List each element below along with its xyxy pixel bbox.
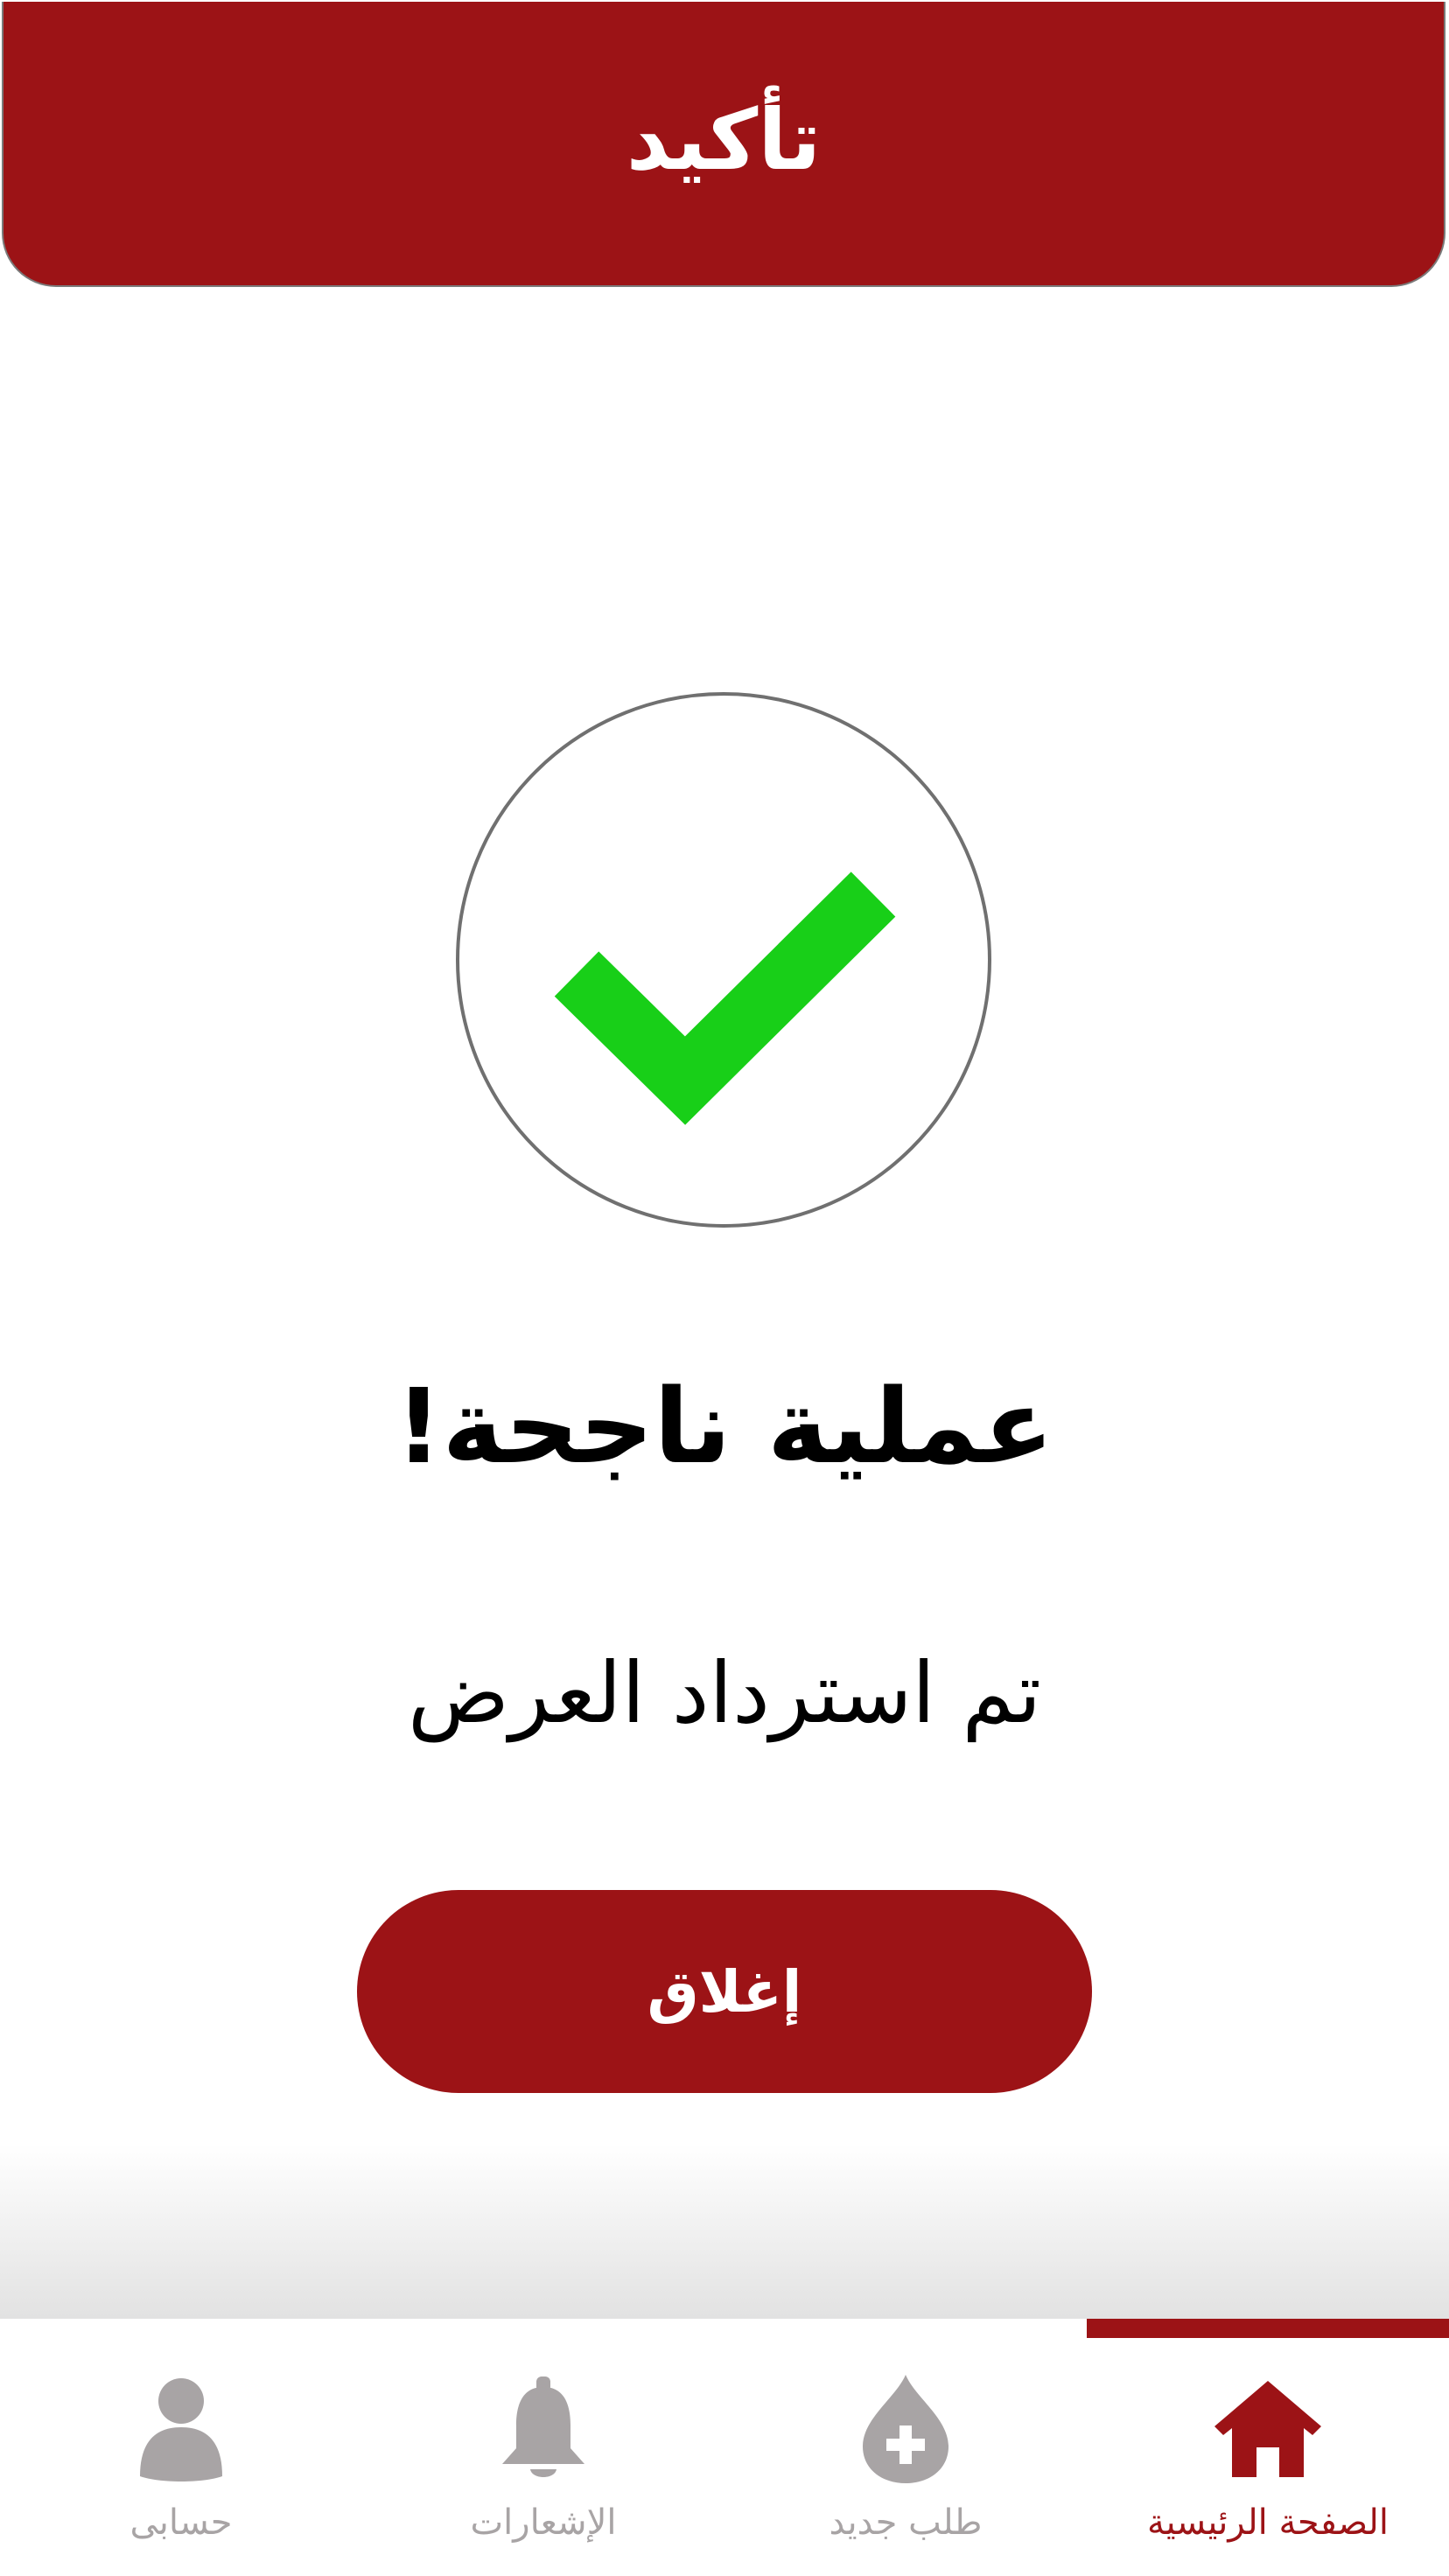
- active-tab-indicator: [1087, 2319, 1449, 2338]
- tab-home[interactable]: الصفحة الرئيسية: [1087, 2319, 1449, 2576]
- user-icon: [124, 2371, 238, 2485]
- success-circle: [456, 692, 991, 1228]
- tab-label-home: الصفحة الرئيسية: [1147, 2502, 1389, 2543]
- tab-label-notifications: الإشعارات: [470, 2502, 617, 2543]
- tabbar-shadow: [0, 2144, 1449, 2319]
- confirmation-screen: تأكيد عملية ناجحة! تم استرداد العرض إغلا…: [0, 0, 1449, 2576]
- home-icon: [1211, 2371, 1325, 2485]
- blood-drop-plus-icon: [849, 2371, 962, 2485]
- tab-label-new-request: طلب جديد: [829, 2502, 983, 2543]
- success-title: عملية ناجحة!: [395, 1366, 1054, 1487]
- bell-icon: [486, 2371, 600, 2485]
- tab-notifications[interactable]: الإشعارات: [362, 2319, 724, 2576]
- success-message: تم استرداد العرض: [407, 1644, 1042, 1742]
- tab-my-account[interactable]: حسابى: [0, 2319, 362, 2576]
- tab-label-my-account: حسابى: [130, 2502, 233, 2543]
- header-title: تأكيد: [626, 91, 822, 189]
- checkmark-icon: [554, 872, 896, 1125]
- tab-new-request[interactable]: طلب جديد: [724, 2319, 1087, 2576]
- app-header: تأكيد: [2, 2, 1446, 287]
- bottom-tab-bar: حسابى الإشعارات طلب جديد الصفحة الرئيسية: [0, 2319, 1449, 2576]
- close-button[interactable]: إغلاق: [357, 1890, 1092, 2093]
